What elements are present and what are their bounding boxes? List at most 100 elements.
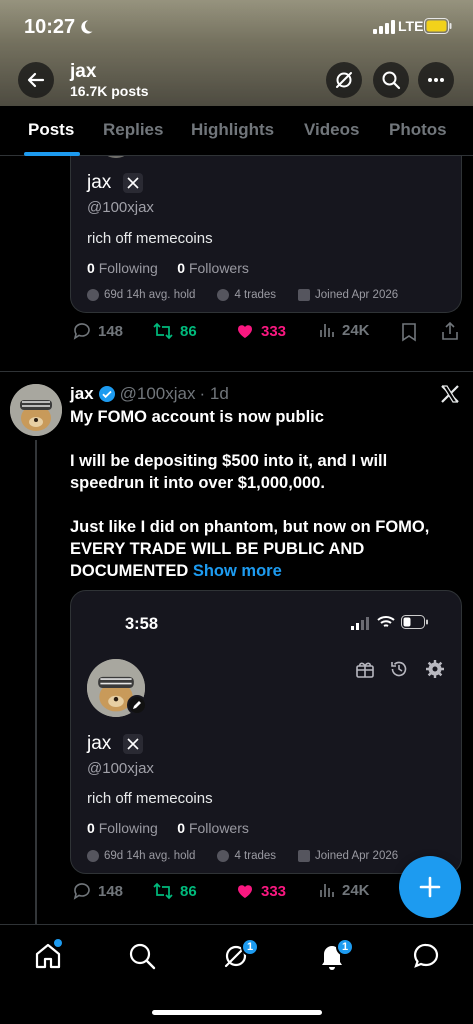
retweet-icon <box>153 322 173 340</box>
x-logo-icon <box>127 738 139 750</box>
search-button[interactable] <box>373 62 409 98</box>
tab-highlights[interactable]: Highlights <box>191 120 274 140</box>
views-chart-icon <box>320 324 334 337</box>
tab-photos[interactable]: Photos <box>389 120 447 140</box>
arrow-left-icon <box>27 72 45 88</box>
edit-avatar-button <box>127 695 147 715</box>
card-stats-row: 69d 14h avg. hold 4 trades Joined Apr 20… <box>87 850 398 862</box>
embedded-image-card-1[interactable]: jax @100xjax rich off memecoins 0 Follow… <box>70 156 462 313</box>
card-stats-row: 69d 14h avg. hold 4 trades Joined Apr 20… <box>87 289 398 301</box>
search-icon <box>382 71 401 90</box>
history-icon <box>391 661 407 677</box>
battery-icon <box>424 18 452 34</box>
tweet-time: · 1d <box>199 384 229 403</box>
thread-line <box>35 440 37 925</box>
view-count: 24K <box>342 881 370 899</box>
tab-replies[interactable]: Replies <box>103 120 163 140</box>
heart-filled-icon <box>238 885 252 898</box>
like-button[interactable]: 333 <box>235 321 286 341</box>
messages-icon[interactable] <box>411 941 441 971</box>
tweet-paragraph-3-wrap: Just like I did on phantom, but now on F… <box>70 516 450 582</box>
retweet-button[interactable]: 86 <box>152 321 197 341</box>
views-button[interactable]: 24K <box>318 881 370 899</box>
joined-date: Joined Apr 2026 <box>315 850 399 862</box>
tweet-author-name[interactable]: jax <box>70 384 94 404</box>
profile-name: jax <box>70 61 97 82</box>
card-phone-time: 3:58 <box>125 615 159 633</box>
home-new-indicator <box>54 939 62 947</box>
compose-button[interactable] <box>399 856 461 918</box>
dog-avatar-image <box>10 384 62 436</box>
card-avatar-partial <box>101 156 131 158</box>
card-bio: rich off memecoins <box>87 230 213 247</box>
bottom-navigation: 1 1 <box>0 924 473 1024</box>
x-logo-icon <box>127 177 139 189</box>
profile-tabs: Posts Replies Highlights Videos Photos <box>0 106 473 156</box>
avg-hold: 69d 14h avg. hold <box>104 850 196 862</box>
trade-count: 4 trades <box>234 289 277 301</box>
verified-badge-icon <box>98 386 115 402</box>
explore-search-icon[interactable] <box>127 941 157 971</box>
following-count: 0 <box>87 260 95 276</box>
embedded-image-card-2[interactable]: 3:58 jax @100xjax rich off memecoins 0 F… <box>70 590 462 874</box>
view-count: 24K <box>342 321 370 339</box>
views-chart-icon <box>320 884 334 897</box>
retweet-icon <box>153 882 173 900</box>
tweet-actions-1: 148 86 333 24K <box>70 321 462 345</box>
clock-icon <box>87 289 99 301</box>
card-handle: @100xjax <box>87 199 154 216</box>
more-options-button[interactable] <box>418 62 454 98</box>
following-count: 0 <box>87 820 95 836</box>
calendar-icon <box>298 850 311 862</box>
card-battery-icon <box>401 615 428 629</box>
bookmark-icon[interactable] <box>400 322 418 342</box>
avg-hold: 69d 14h avg. hold <box>104 289 196 301</box>
tab-posts[interactable]: Posts <box>28 120 74 140</box>
reply-button[interactable]: 148 <box>72 881 123 901</box>
gift-icon <box>356 662 374 678</box>
like-count: 333 <box>261 322 287 340</box>
reply-button[interactable]: 148 <box>72 321 123 341</box>
clock-icon <box>87 850 99 862</box>
x-verified-badge <box>123 173 143 193</box>
settings-gear-icon <box>426 660 444 678</box>
heart-filled-icon <box>238 325 252 338</box>
joined-date: Joined Apr 2026 <box>315 289 399 301</box>
following-label: Following <box>98 260 158 276</box>
card-follow-counts: 0 Following 0 Followers <box>87 260 249 276</box>
followers-label: Followers <box>188 820 249 836</box>
back-button[interactable] <box>18 62 54 98</box>
share-icon[interactable] <box>440 321 460 341</box>
tweet-header: jax @100xjax · 1d <box>70 384 229 404</box>
tweet-divider <box>0 371 473 372</box>
grok-badge: 1 <box>241 938 259 956</box>
like-count: 333 <box>261 882 287 900</box>
tweet-author-handle[interactable]: @100xjax <box>120 384 196 404</box>
trade-count: 4 trades <box>234 850 277 862</box>
like-button[interactable]: 333 <box>235 881 286 901</box>
tweet-paragraph-1: My FOMO account is now public <box>70 408 324 426</box>
tweet-paragraph-2: I will be depositing $500 into it, and I… <box>70 452 388 492</box>
retweet-button[interactable]: 86 <box>152 881 197 901</box>
plus-icon <box>419 876 441 898</box>
show-more-link[interactable]: Show more <box>193 562 282 580</box>
followers-label: Followers <box>188 260 249 276</box>
retweet-count: 86 <box>180 882 197 900</box>
status-bar: 10:27 LTE <box>0 14 473 44</box>
reply-count: 148 <box>98 882 124 900</box>
grok-button[interactable] <box>326 62 362 98</box>
card-bio: rich off memecoins <box>87 790 213 807</box>
home-indicator-bar <box>152 1010 322 1015</box>
tweet-author-avatar[interactable] <box>10 384 62 436</box>
following-label: Following <box>98 820 158 836</box>
x-verified-badge <box>123 734 143 754</box>
reply-icon <box>73 883 90 900</box>
reply-icon <box>73 323 90 340</box>
x-logo-icon <box>441 385 459 403</box>
views-button[interactable]: 24K <box>318 321 370 339</box>
trades-icon <box>217 289 230 301</box>
card-signal-icon <box>351 617 369 630</box>
retweet-count: 86 <box>180 322 197 340</box>
tab-videos[interactable]: Videos <box>304 120 359 140</box>
trades-icon <box>217 850 230 862</box>
